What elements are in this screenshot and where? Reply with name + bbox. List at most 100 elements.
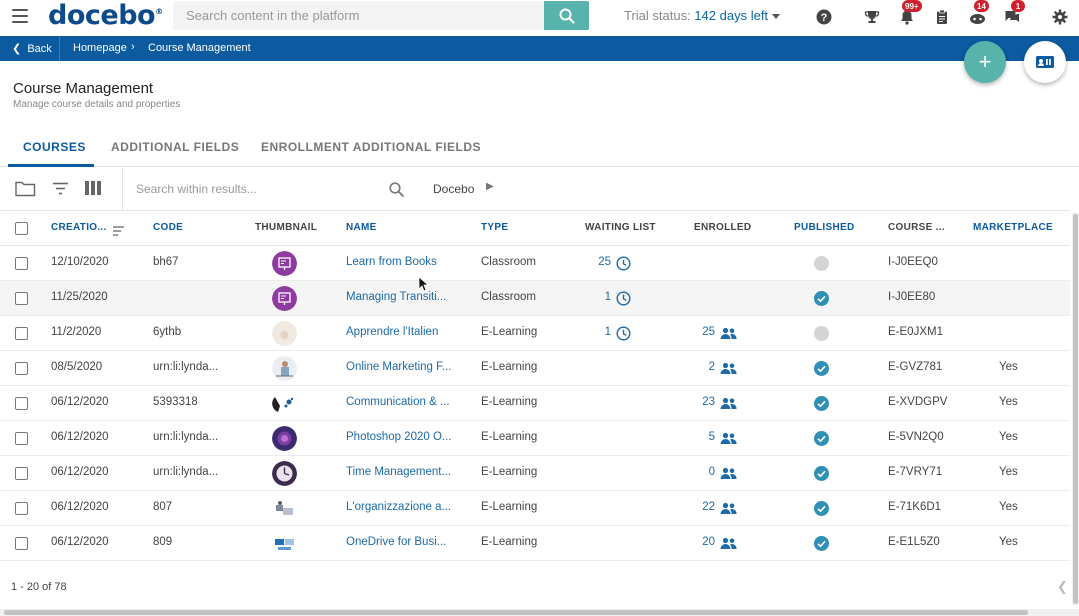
users-icon[interactable]: [720, 397, 737, 415]
horizontal-scrollbar[interactable]: [4, 610, 1028, 615]
unpublished-dot-icon[interactable]: [814, 326, 829, 341]
clipboard-icon[interactable]: [932, 7, 952, 27]
enrolled-count[interactable]: 0: [709, 466, 715, 478]
folder-icon[interactable]: [15, 180, 36, 202]
notifications-icon[interactable]: 99+: [897, 0, 922, 27]
columns-icon[interactable]: [85, 181, 101, 200]
column-type[interactable]: TYPE: [481, 222, 508, 233]
published-check-icon[interactable]: [814, 431, 829, 446]
waiting-list-count[interactable]: 1: [605, 291, 611, 303]
table-row[interactable]: 12/10/2020 bh67 Learn from Books Classroom 2…: [0, 246, 1070, 281]
search-icon[interactable]: [389, 182, 404, 202]
table-row[interactable]: 06/12/2020 809 OneDrive for Busi... E-Learn…: [0, 526, 1070, 561]
course-name-link[interactable]: Photoshop 2020 O...: [346, 431, 452, 443]
creation-date-cell: 06/12/2020: [51, 431, 109, 443]
row-checkbox[interactable]: [15, 537, 28, 550]
global-search-button[interactable]: [544, 1, 589, 30]
users-icon[interactable]: [720, 327, 737, 345]
users-icon[interactable]: [720, 432, 737, 450]
tab-courses[interactable]: COURSES: [23, 140, 86, 154]
clock-icon[interactable]: [616, 326, 631, 346]
messages-icon[interactable]: 1: [1002, 0, 1025, 27]
course-name-link[interactable]: Managing Transiti...: [346, 291, 446, 303]
unpublished-dot-icon[interactable]: [814, 256, 829, 271]
users-icon[interactable]: [720, 537, 737, 555]
breadcrumb-home[interactable]: Homepage: [73, 42, 127, 54]
enrolled-count[interactable]: 5: [709, 431, 715, 443]
table-row[interactable]: 06/12/2020 5393318 Communication & ... E-Le…: [0, 386, 1070, 421]
course-name-link[interactable]: Time Management...: [346, 466, 451, 478]
course-name-link[interactable]: Apprendre l'Italien: [346, 326, 438, 338]
course-name-link[interactable]: Online Marketing F...: [346, 361, 451, 373]
row-checkbox[interactable]: [15, 502, 28, 515]
trial-status[interactable]: Trial status: 142 days left: [624, 8, 781, 23]
enrolled-count[interactable]: 22: [702, 501, 715, 513]
table-row[interactable]: 08/5/2020 urn:li:lynda... Online Marketing…: [0, 351, 1070, 386]
enrolled-count[interactable]: 23: [702, 396, 715, 408]
sort-icon[interactable]: [113, 223, 124, 241]
vertical-scrollbar[interactable]: [1073, 214, 1078, 604]
filter-icon[interactable]: [52, 182, 69, 200]
view-toggle-button[interactable]: [1024, 41, 1066, 83]
users-icon[interactable]: [720, 362, 737, 380]
course-name-link[interactable]: OneDrive for Busi...: [346, 536, 446, 548]
waiting-list-count[interactable]: 25: [598, 256, 611, 268]
enrolled-count[interactable]: 2: [709, 361, 715, 373]
published-check-icon[interactable]: [814, 396, 829, 411]
global-search-input[interactable]: [173, 1, 545, 30]
table-row[interactable]: 06/12/2020 urn:li:lynda... Photoshop 2020 …: [0, 421, 1070, 456]
clock-icon[interactable]: [616, 256, 631, 276]
caret-right-icon[interactable]: ▶: [486, 181, 494, 192]
row-checkbox[interactable]: [15, 432, 28, 445]
users-icon[interactable]: [720, 467, 737, 485]
docebo-logo[interactable]: docebo®: [48, 0, 163, 31]
users-icon[interactable]: [720, 502, 737, 520]
select-all-checkbox[interactable]: [15, 222, 28, 235]
page-title: Course Management: [13, 80, 154, 97]
waiting-list-count[interactable]: 1: [605, 326, 611, 338]
course-name-link[interactable]: Learn from Books: [346, 256, 437, 268]
course-name-link[interactable]: Communication & ...: [346, 396, 450, 408]
enrolled-count[interactable]: 20: [702, 536, 715, 548]
table-row[interactable]: 06/12/2020 807 L'organizzazione a... E-Lear…: [0, 491, 1070, 526]
chevron-left-icon[interactable]: ❮: [1057, 579, 1068, 595]
results-search-input[interactable]: [136, 182, 376, 196]
mouse-cursor-icon: [418, 276, 429, 292]
global-search[interactable]: [173, 1, 545, 30]
column-name[interactable]: NAME: [346, 222, 377, 233]
row-checkbox[interactable]: [15, 467, 28, 480]
table-row[interactable]: 11/25/2020 Managing Transiti... Classroom 1…: [0, 281, 1070, 316]
coach-icon[interactable]: 14: [967, 0, 989, 27]
table-row[interactable]: 11/2/2020 6ythb Apprendre l'Italien E-Learn…: [0, 316, 1070, 351]
clock-icon[interactable]: [616, 291, 631, 311]
published-check-icon[interactable]: [814, 361, 829, 376]
tab-enrollment-additional-fields[interactable]: ENROLLMENT ADDITIONAL FIELDS: [261, 140, 481, 154]
row-checkbox[interactable]: [15, 362, 28, 375]
tab-additional-fields[interactable]: ADDITIONAL FIELDS: [111, 140, 239, 154]
row-checkbox[interactable]: [15, 257, 28, 270]
scope-selector[interactable]: Docebo: [433, 182, 474, 196]
published-check-icon[interactable]: [814, 501, 829, 516]
add-course-button[interactable]: +: [964, 41, 1006, 83]
row-checkbox[interactable]: [15, 397, 28, 410]
published-check-icon[interactable]: [814, 466, 829, 481]
published-check-icon[interactable]: [814, 291, 829, 306]
course-name-link[interactable]: L'organizzazione a...: [346, 501, 451, 513]
published-check-icon[interactable]: [814, 536, 829, 551]
column-published[interactable]: PUBLISHED: [794, 222, 854, 233]
column-creation-date[interactable]: CREATIO...: [51, 222, 107, 233]
type-cell: E-Learning: [481, 501, 538, 513]
row-checkbox[interactable]: [15, 327, 28, 340]
breadcrumb-current: Course Management: [148, 42, 251, 54]
table-row[interactable]: 06/12/2020 urn:li:lynda... Time Management…: [0, 456, 1070, 491]
help-icon[interactable]: ?: [814, 7, 834, 27]
settings-icon[interactable]: [1050, 7, 1070, 27]
column-marketplace[interactable]: MARKETPLACE: [973, 222, 1053, 233]
marketplace-cell: Yes: [999, 466, 1018, 478]
enrolled-count[interactable]: 25: [702, 326, 715, 338]
menu-icon[interactable]: [12, 9, 28, 23]
trophy-icon[interactable]: [862, 7, 882, 27]
back-button[interactable]: ❮ Back: [12, 42, 52, 55]
row-checkbox[interactable]: [15, 292, 28, 305]
column-code[interactable]: CODE: [153, 222, 183, 233]
